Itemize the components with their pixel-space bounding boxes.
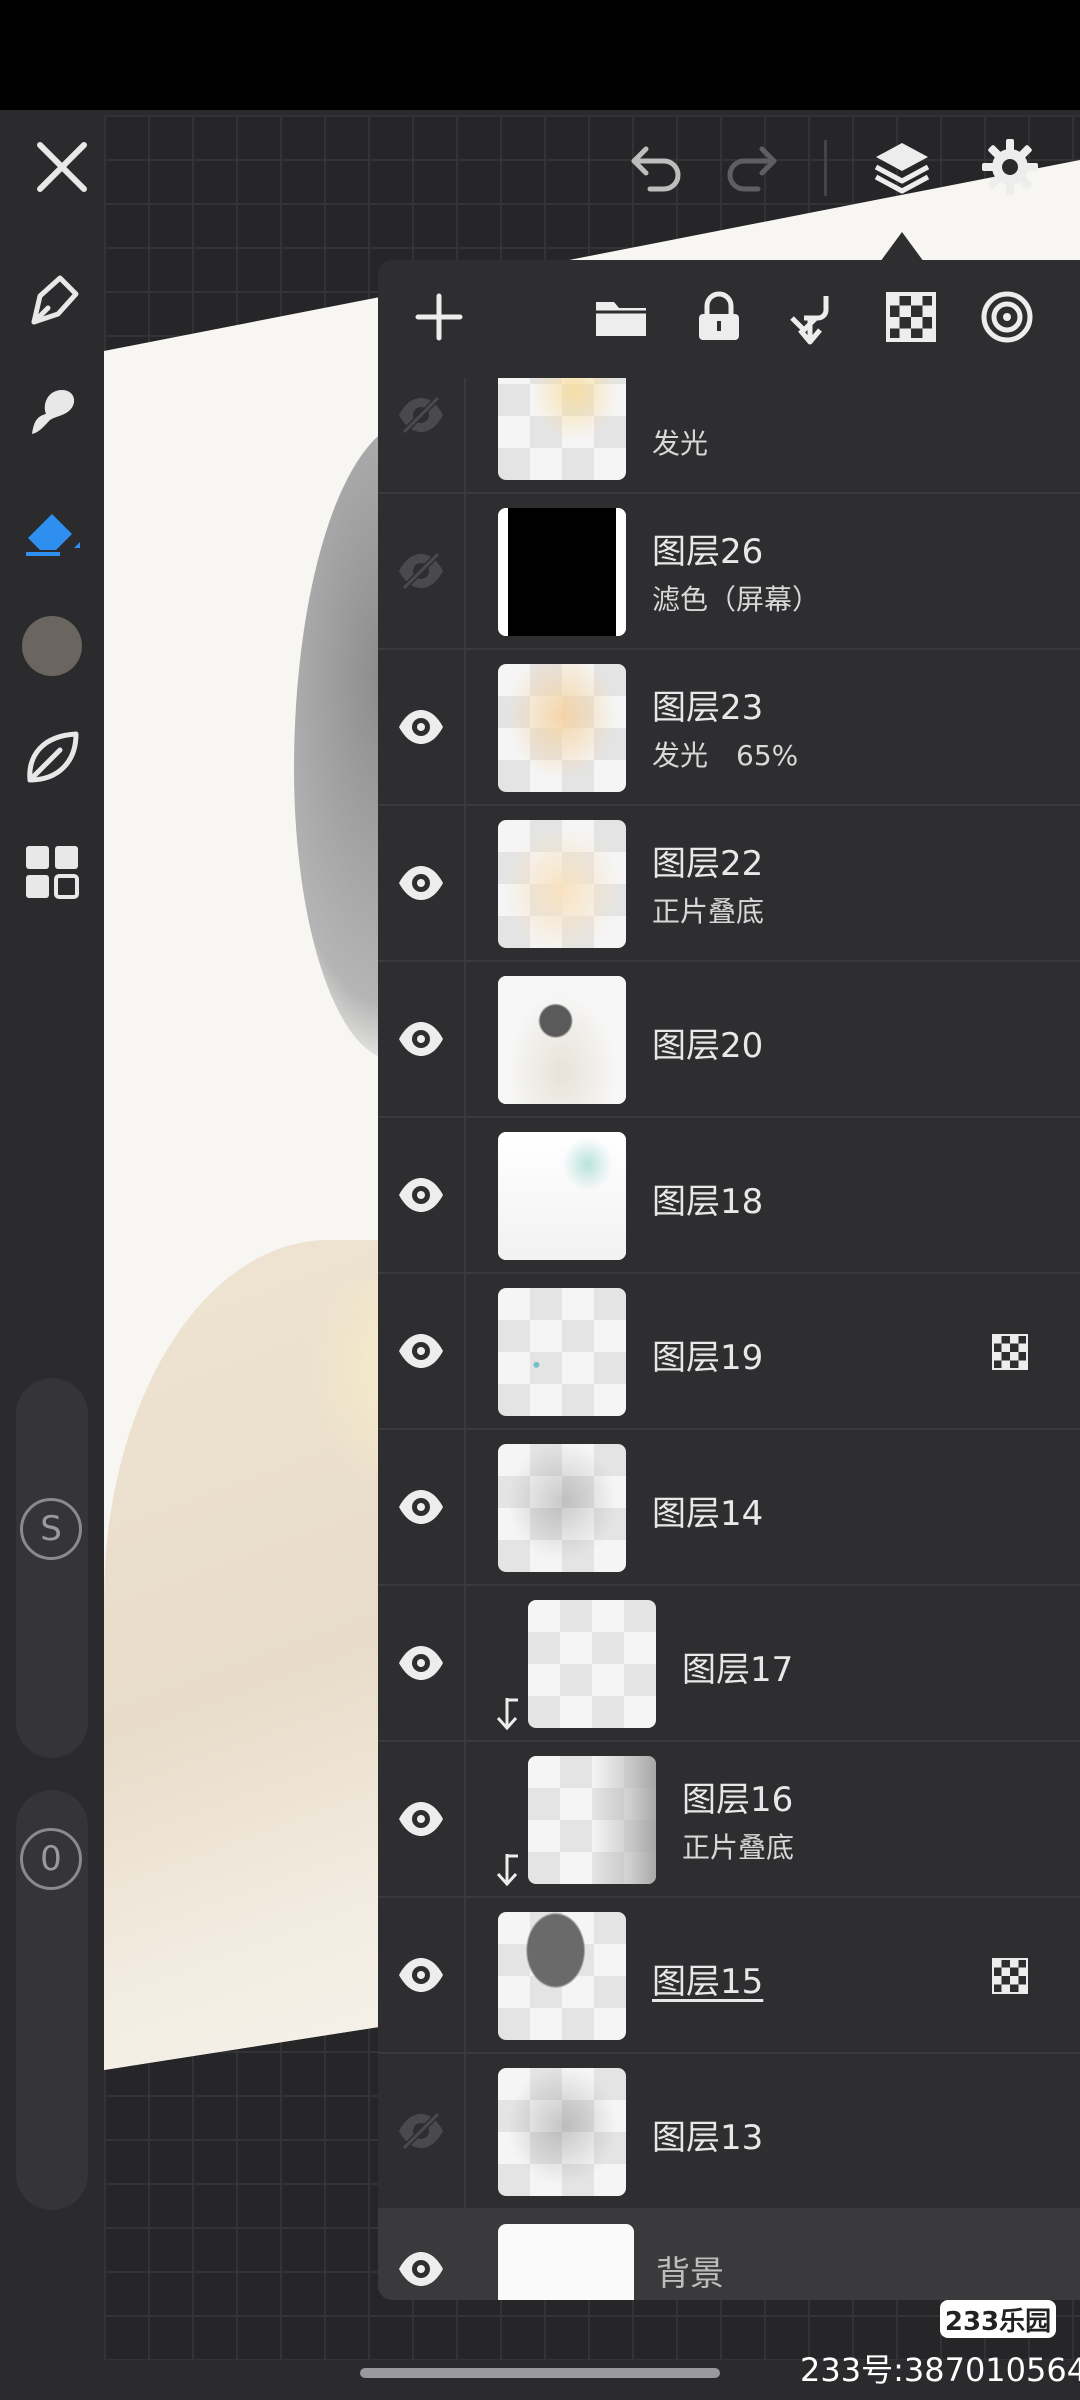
layer-thumbnail-art	[498, 1288, 626, 1416]
layer-name: 图层13	[652, 2118, 764, 2158]
layer-thumbnail[interactable]	[528, 1756, 656, 1884]
layer-thumbnail-art	[528, 1756, 656, 1884]
layer-thumbnail-art	[498, 664, 626, 792]
layer-name: 图层20	[652, 1026, 764, 1066]
close-icon[interactable]	[30, 135, 94, 199]
clipping-arrow-icon	[492, 1696, 522, 1732]
background-layer-name: 背景	[656, 2254, 724, 2294]
layer-row[interactable]: 图层16 正片叠底	[378, 1742, 1080, 1898]
layer-thumbnail[interactable]	[498, 1444, 626, 1572]
layer-row[interactable]: 图层20	[378, 962, 1080, 1118]
layer-row[interactable]: 图层26 滤色（屏幕）	[378, 494, 1080, 650]
layer-thumbnail-art	[498, 976, 626, 1104]
layer-name: 图层17	[682, 1650, 794, 1690]
eraser-icon[interactable]	[0, 490, 104, 570]
layer-thumbnail[interactable]	[498, 664, 626, 792]
top-toolbar	[0, 110, 1080, 225]
visibility-eye-icon[interactable]	[378, 2210, 466, 2300]
grid-menu-icon[interactable]	[0, 832, 104, 912]
layer-name: 图层26	[652, 532, 764, 572]
layer-thumbnail[interactable]	[498, 976, 626, 1104]
layer-row[interactable]: 图层18	[378, 1118, 1080, 1274]
layer-blend-mode: 发光	[652, 427, 709, 460]
layer-row[interactable]: 图层22 正片叠底	[378, 806, 1080, 962]
background-thumbnail[interactable]	[498, 2224, 634, 2300]
add-layer-icon[interactable]	[408, 286, 470, 348]
undo-icon[interactable]	[624, 135, 688, 199]
layer-blend-mode: 发光 65%	[652, 739, 799, 772]
blend-leaf-icon[interactable]	[0, 718, 104, 798]
visibility-eye-icon[interactable]	[378, 1742, 466, 1896]
layer-row[interactable]: 图层13	[378, 2054, 1080, 2210]
layer-blend-mode: 正片叠底	[652, 895, 765, 928]
more-icon[interactable]	[976, 286, 1038, 348]
pen-icon[interactable]	[0, 262, 104, 342]
layer-row[interactable]: 图层15	[378, 1898, 1080, 2054]
layer-thumbnail[interactable]	[498, 820, 626, 948]
panel-pointer	[880, 232, 924, 262]
visibility-eye-icon[interactable]	[378, 650, 466, 804]
layer-thumbnail[interactable]	[528, 1600, 656, 1728]
layer-row[interactable]: 图层14	[378, 1430, 1080, 1586]
brush-size-slider[interactable]	[16, 1378, 88, 1758]
visibility-eye-icon[interactable]	[378, 1274, 466, 1428]
visibility-eye-icon[interactable]	[378, 962, 466, 1116]
checker-icon[interactable]	[880, 286, 942, 348]
clipping-arrow-icon	[492, 1852, 522, 1888]
layer-thumbnail-art	[498, 820, 626, 948]
opacity-badge: 0	[20, 1828, 82, 1890]
size-badge: S	[20, 1498, 82, 1560]
lock-icon[interactable]	[688, 286, 750, 348]
gear-icon[interactable]	[978, 135, 1042, 199]
layer-thumbnail-art	[498, 1132, 626, 1260]
layer-thumbnail[interactable]	[498, 508, 626, 636]
layer-row[interactable]: 图层17	[378, 1586, 1080, 1742]
visibility-eye-icon[interactable]	[378, 1898, 466, 2052]
folder-icon[interactable]	[590, 286, 652, 348]
hidden-eye-icon[interactable]	[378, 494, 466, 648]
layer-thumbnail[interactable]	[498, 1288, 626, 1416]
layer-thumbnail[interactable]	[498, 2068, 626, 2196]
color-swatch[interactable]	[0, 606, 104, 686]
layer-row[interactable]: 图层19	[378, 1274, 1080, 1430]
visibility-eye-icon[interactable]	[378, 1118, 466, 1272]
layers-icon[interactable]	[870, 135, 934, 199]
visibility-eye-icon[interactable]	[378, 1430, 466, 1584]
layer-row[interactable]: 图层23 发光 65%	[378, 650, 1080, 806]
layer-name: 图层14	[652, 1494, 764, 1534]
layer-thumbnail-art	[498, 2068, 626, 2196]
layer-panel-toolbar	[378, 260, 1080, 378]
layer-name: 图层23	[652, 688, 764, 728]
background-layer-row[interactable]: 背景	[378, 2210, 1080, 2300]
smudge-icon[interactable]	[0, 372, 104, 452]
toolbar-divider	[824, 140, 827, 196]
visibility-eye-icon[interactable]	[378, 1586, 466, 1740]
alpha-lock-icon[interactable]	[992, 1334, 1028, 1370]
layer-name: 图层18	[652, 1182, 764, 1222]
layer-thumbnail[interactable]	[498, 1132, 626, 1260]
status-bar	[0, 0, 1080, 110]
layer-name: 图层16	[682, 1780, 794, 1820]
home-indicator[interactable]	[360, 2368, 720, 2378]
watermark-badge: 233乐园	[940, 2300, 1056, 2338]
merge-down-icon[interactable]	[784, 286, 846, 348]
layer-thumbnail-art	[498, 508, 626, 636]
layer-panel: 发光 图层26 滤色（屏幕） 图层23 发光 65% 图层22 正片叠底 图层20 图层18 图层…	[378, 260, 1080, 2300]
hidden-eye-icon[interactable]	[378, 2054, 466, 2208]
layer-name: 图层22	[652, 844, 764, 884]
watermark-text: 233号:387010564	[800, 2351, 1080, 2389]
visibility-eye-icon[interactable]	[378, 806, 466, 960]
layer-name: 图层15	[652, 1962, 764, 2002]
layer-thumbnail-art	[528, 1600, 656, 1728]
layer-name: 图层19	[652, 1338, 764, 1378]
alpha-lock-icon[interactable]	[992, 1958, 1028, 1994]
layer-thumbnail-art	[498, 1444, 626, 1572]
layer-blend-mode: 正片叠底	[682, 1831, 795, 1864]
layer-thumbnail[interactable]	[498, 1912, 626, 2040]
layer-thumbnail-art	[498, 1912, 626, 2040]
redo-icon[interactable]	[720, 135, 784, 199]
layer-blend-mode: 滤色（屏幕）	[652, 583, 821, 616]
